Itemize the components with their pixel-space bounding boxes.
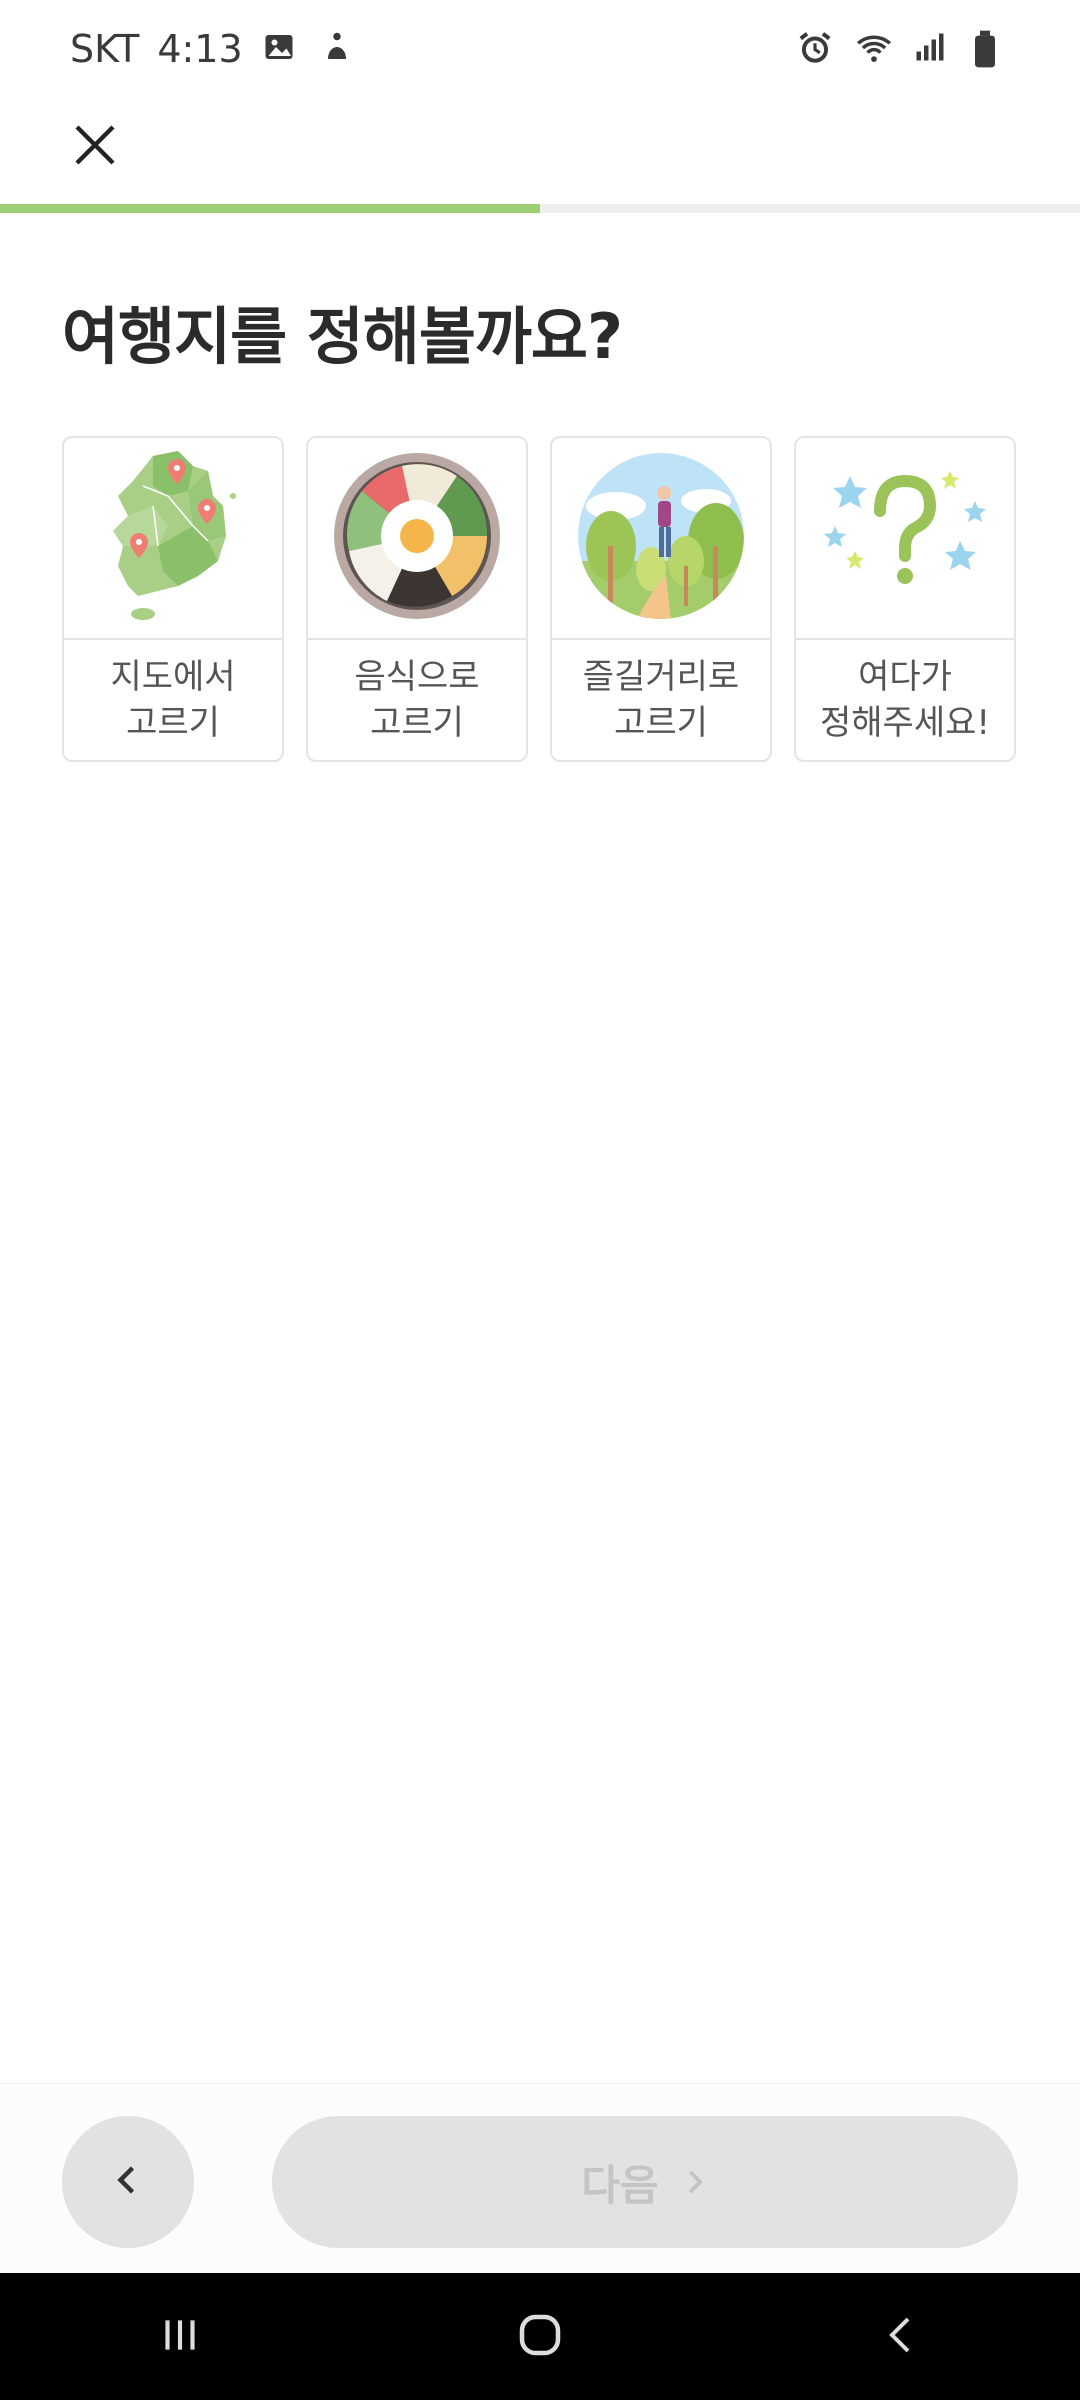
bibimbap-icon (332, 451, 502, 625)
battery-icon (970, 29, 1010, 69)
close-button[interactable] (60, 112, 130, 182)
progress-fill (0, 204, 540, 213)
card-label: 즐길거리로 고르기 (582, 657, 740, 743)
gallery-icon (261, 29, 301, 69)
wifi-icon (854, 29, 894, 69)
card-label: 지도에서 고르기 (110, 657, 236, 743)
option-card-map[interactable]: 지도에서 고르기 (62, 436, 284, 762)
card-image (64, 438, 282, 640)
carrier-label: SKT (70, 27, 140, 71)
next-button[interactable]: 다음 (272, 2116, 1018, 2248)
card-label: 음식으로 고르기 (354, 657, 480, 743)
system-nav-bar (0, 2273, 1080, 2400)
status-bar: SKT 4:13 (0, 0, 1080, 98)
option-card-random[interactable]: 여다가 정해주세요! (794, 436, 1016, 762)
home-button[interactable] (480, 2287, 600, 2387)
status-right (796, 29, 1010, 69)
option-card-activity[interactable]: 즐길거리로 고르기 (550, 436, 772, 762)
question-stars-icon (820, 456, 990, 620)
status-left: SKT 4:13 (70, 27, 359, 71)
option-cards: 지도에서 고르기 음식으로 고르기 즐길거리로 고르기 여다가 정해주세요! (62, 436, 1018, 764)
status-time: 4:13 (157, 27, 243, 71)
next-button-label: 다음 (581, 2160, 659, 2210)
system-back-button[interactable] (840, 2287, 960, 2387)
option-card-food[interactable]: 음식으로 고르기 (306, 436, 528, 762)
chevron-left-icon (110, 2162, 146, 2202)
recents-icon (155, 2310, 205, 2364)
alarm-icon (796, 29, 836, 69)
accessibility-icon (319, 29, 359, 69)
close-icon (71, 121, 119, 173)
signal-icon (912, 29, 952, 69)
back-button[interactable] (62, 2116, 194, 2248)
back-icon (876, 2311, 924, 2363)
card-label: 여다가 정해주세요! (819, 657, 991, 743)
home-icon (513, 2308, 567, 2366)
progress-bar (0, 204, 1080, 213)
card-image (552, 438, 770, 640)
page-title: 여행지를 정해볼까요? (62, 300, 623, 373)
card-image (796, 438, 1014, 640)
hiking-icon (576, 451, 746, 625)
korea-map-icon (98, 446, 248, 630)
recents-button[interactable] (120, 2287, 240, 2387)
card-image (308, 438, 526, 640)
chevron-right-icon (679, 2158, 709, 2207)
bottom-action-bar: 다음 (0, 2083, 1080, 2274)
